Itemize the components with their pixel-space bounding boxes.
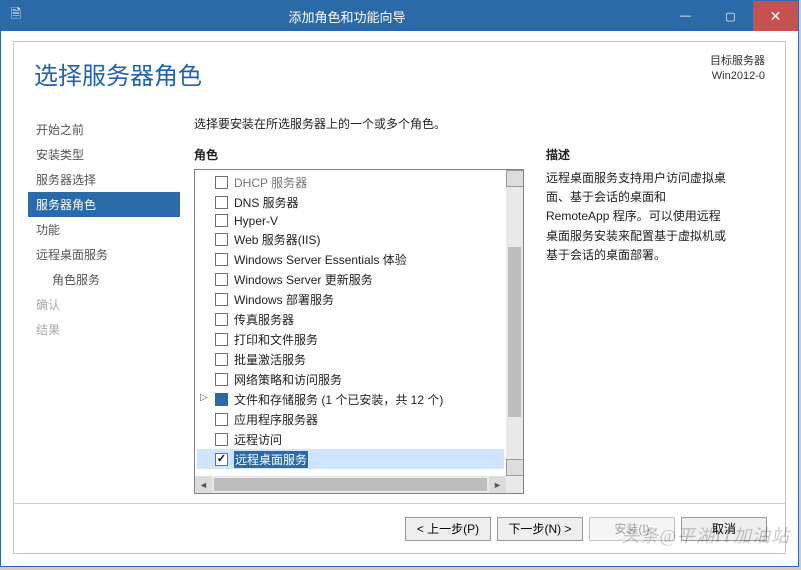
body-row: 开始之前安装类型服务器选择服务器角色功能远程桌面服务角色服务确认结果 选择要安装…: [14, 97, 785, 494]
roles-list-viewport: DHCP 服务器 DNS 服务器 Hyper-V Web 服务器(IIS) Window…: [195, 170, 506, 476]
role-label: 网络策略和访问服务: [234, 371, 342, 388]
nav-item-1[interactable]: 安装类型: [28, 142, 180, 167]
description-header: 描述: [546, 146, 731, 163]
role-label: 打印和文件服务: [234, 331, 318, 348]
previous-button[interactable]: < 上一步(P): [405, 517, 491, 541]
role-row-2[interactable]: Hyper-V: [197, 212, 504, 229]
expand-icon[interactable]: ▷: [200, 392, 210, 402]
nav-item-8: 结果: [28, 317, 180, 342]
role-label: Windows Server Essentials 体验: [234, 251, 407, 268]
minimize-button[interactable]: —: [663, 1, 708, 31]
role-row-6[interactable]: Windows 部署服务: [197, 289, 504, 309]
role-label: 远程桌面服务: [234, 451, 308, 468]
nav-item-7: 确认: [28, 292, 180, 317]
role-label: Windows 部署服务: [234, 291, 334, 308]
header-row: 选择服务器角色 目标服务器 Win2012-0: [14, 42, 785, 97]
next-button[interactable]: 下一步(N) >: [497, 517, 583, 541]
role-checkbox[interactable]: [215, 313, 228, 326]
nav-item-0[interactable]: 开始之前: [28, 117, 180, 142]
roles-list: DHCP 服务器 DNS 服务器 Hyper-V Web 服务器(IIS) Window…: [195, 170, 506, 471]
role-row-10[interactable]: 网络策略和访问服务: [197, 369, 504, 389]
role-label: 批量激活服务: [234, 351, 306, 368]
v-scroll-track[interactable]: [506, 187, 523, 459]
scroll-up-button[interactable]: ▲: [506, 170, 524, 187]
role-row-11[interactable]: ▷ 文件和存储服务 (1 个已安装，共 12 个): [197, 389, 504, 409]
maximize-button[interactable]: ▢: [708, 1, 753, 31]
nav-item-4[interactable]: 功能: [28, 217, 180, 242]
main-panel: 选择要安装在所选服务器上的一个或多个角色。 角色 DHCP 服务器 DNS 服务器…: [194, 115, 765, 494]
roles-list-box: DHCP 服务器 DNS 服务器 Hyper-V Web 服务器(IIS) Window…: [194, 169, 524, 494]
role-row-14[interactable]: 远程桌面服务: [197, 449, 504, 469]
role-row-1[interactable]: DNS 服务器: [197, 192, 504, 212]
close-button[interactable]: ✕: [753, 1, 798, 31]
nav-item-6[interactable]: 角色服务: [28, 267, 180, 292]
role-label: DHCP 服务器: [234, 174, 307, 191]
role-checkbox[interactable]: [215, 373, 228, 386]
window-icon: 🗎: [1, 5, 31, 27]
role-row-7[interactable]: 传真服务器: [197, 309, 504, 329]
scroll-corner: [506, 476, 523, 493]
role-label: 文件和存储服务 (1 个已安装，共 12 个): [234, 391, 443, 408]
role-label: 远程访问: [234, 431, 282, 448]
role-checkbox[interactable]: [215, 293, 228, 306]
instruction-text: 选择要安装在所选服务器上的一个或多个角色。: [194, 115, 765, 132]
columns: 角色 DHCP 服务器 DNS 服务器 Hyper-V Web 服务器(IIS) Win…: [194, 146, 765, 494]
role-checkbox[interactable]: [215, 196, 228, 209]
role-row-8[interactable]: 打印和文件服务: [197, 329, 504, 349]
h-scroll-track[interactable]: [212, 476, 489, 493]
role-row-3[interactable]: Web 服务器(IIS): [197, 229, 504, 249]
wizard-nav: 开始之前安装类型服务器选择服务器角色功能远程桌面服务角色服务确认结果: [28, 115, 180, 494]
role-label: Web 服务器(IIS): [234, 231, 320, 248]
role-label: 传真服务器: [234, 311, 294, 328]
role-checkbox[interactable]: [215, 333, 228, 346]
wizard-body: 选择服务器角色 目标服务器 Win2012-0 开始之前安装类型服务器选择服务器…: [13, 41, 786, 554]
titlebar: 🗎 添加角色和功能向导 — ▢ ✕: [1, 1, 798, 31]
nav-item-2[interactable]: 服务器选择: [28, 167, 180, 192]
window-controls: — ▢ ✕: [663, 1, 798, 31]
target-server-value: Win2012-0: [710, 69, 765, 84]
nav-item-3[interactable]: 服务器角色: [28, 192, 180, 217]
description-text: 远程桌面服务支持用户访问虚拟桌面、基于会话的桌面和 RemoteApp 程序。可…: [546, 169, 731, 265]
role-checkbox[interactable]: [215, 453, 228, 466]
vertical-scrollbar[interactable]: ▲ ▼: [506, 170, 523, 476]
target-server-box: 目标服务器 Win2012-0: [710, 54, 765, 84]
h-scroll-thumb[interactable]: [214, 478, 487, 491]
wizard-window: 🗎 添加角色和功能向导 — ▢ ✕ 选择服务器角色 目标服务器 Win2012-…: [0, 0, 799, 567]
nav-item-5[interactable]: 远程桌面服务: [28, 242, 180, 267]
v-scroll-thumb[interactable]: [508, 247, 521, 417]
description-column: 描述 远程桌面服务支持用户访问虚拟桌面、基于会话的桌面和 RemoteApp 程…: [546, 146, 731, 494]
role-label: DNS 服务器: [234, 194, 299, 211]
roles-header: 角色: [194, 146, 524, 163]
role-checkbox[interactable]: [215, 214, 228, 227]
role-checkbox[interactable]: [215, 176, 228, 189]
role-row-5[interactable]: Windows Server 更新服务: [197, 269, 504, 289]
role-checkbox[interactable]: [215, 393, 228, 406]
role-row-13[interactable]: 远程访问: [197, 429, 504, 449]
cancel-button[interactable]: 取消: [681, 517, 767, 541]
scroll-right-button[interactable]: ►: [489, 476, 506, 493]
role-checkbox[interactable]: [215, 433, 228, 446]
role-checkbox[interactable]: [215, 233, 228, 246]
page-title: 选择服务器角色: [34, 56, 765, 91]
role-checkbox[interactable]: [215, 273, 228, 286]
role-row-12[interactable]: 应用程序服务器: [197, 409, 504, 429]
install-button[interactable]: 安装(I): [589, 517, 675, 541]
wizard-footer: < 上一步(P) 下一步(N) > 安装(I) 取消: [14, 503, 785, 553]
role-checkbox[interactable]: [215, 253, 228, 266]
scroll-left-button[interactable]: ◄: [195, 476, 212, 493]
role-label: 应用程序服务器: [234, 411, 318, 428]
role-row-4[interactable]: Windows Server Essentials 体验: [197, 249, 504, 269]
role-checkbox[interactable]: [215, 353, 228, 366]
role-row-9[interactable]: 批量激活服务: [197, 349, 504, 369]
horizontal-scrollbar[interactable]: ◄ ►: [195, 476, 506, 493]
roles-column: 角色 DHCP 服务器 DNS 服务器 Hyper-V Web 服务器(IIS) Win…: [194, 146, 524, 494]
role-label: Hyper-V: [234, 214, 278, 228]
role-checkbox[interactable]: [215, 413, 228, 426]
scroll-down-button[interactable]: ▼: [506, 459, 524, 476]
window-title: 添加角色和功能向导: [31, 7, 663, 26]
role-label: Windows Server 更新服务: [234, 271, 373, 288]
role-row-0[interactable]: DHCP 服务器: [197, 172, 504, 192]
target-server-label: 目标服务器: [710, 54, 765, 69]
